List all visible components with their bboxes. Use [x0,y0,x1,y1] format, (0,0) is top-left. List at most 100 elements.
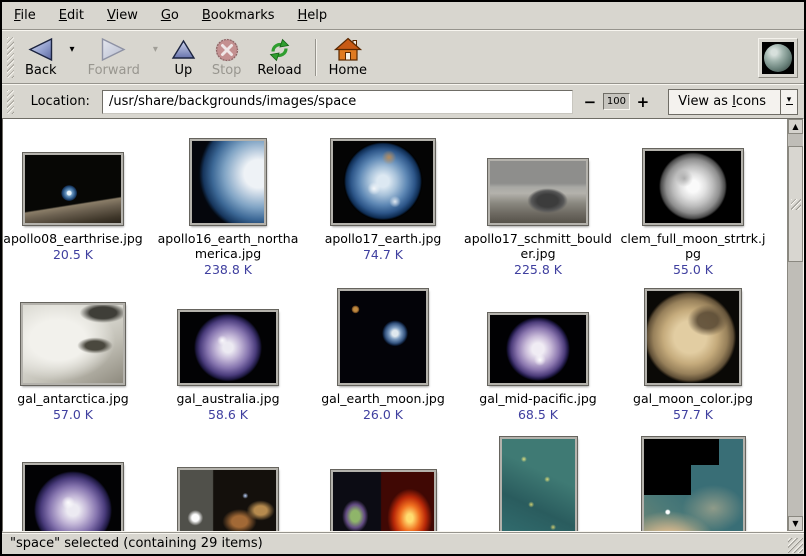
file-name: clem_full_moon_strtrk.jpg [617,231,769,261]
file-item[interactable]: gal_earth_moon.jpg 26.0 K [307,293,459,422]
file-item[interactable] [617,437,769,532]
file-item[interactable]: clem_full_moon_strtrk.jpg 55.0 K [617,133,769,277]
file-item[interactable] [2,437,149,532]
menu-help[interactable]: Help [296,5,330,26]
file-thumbnail[interactable] [178,310,278,385]
file-size: 225.8 K [514,262,562,277]
status-text: "space" selected (containing 29 items) [10,536,263,551]
file-thumbnail[interactable] [23,153,123,225]
file-item[interactable] [152,437,304,532]
file-size: 57.7 K [673,407,713,422]
file-size: 68.5 K [518,407,558,422]
file-item[interactable]: gal_moon_color.jpg 57.7 K [617,293,769,422]
file-item[interactable] [307,437,459,532]
view-as-dropdown[interactable]: View as Icons ▾ [668,89,798,115]
reload-icon [266,36,293,63]
menu-view[interactable]: View [105,5,140,26]
zoom-in-button[interactable]: + [632,93,655,111]
location-bar: Location: − 100 + View as Icons ▾ [2,85,804,118]
file-thumbnail[interactable] [23,463,123,532]
back-history-dropdown[interactable]: ▾ [65,33,80,82]
stop-button[interactable]: Stop [204,33,250,82]
chevron-down-icon: ▾ [153,44,158,55]
back-icon [27,36,54,63]
throbber-background [762,42,794,74]
location-input[interactable] [102,90,573,114]
file-size: 57.0 K [53,407,93,422]
file-name: gal_moon_color.jpg [617,391,769,406]
chevron-down-icon: ▾ [787,98,792,103]
menu-bookmarks[interactable]: Bookmarks [200,5,277,26]
forward-history-dropdown[interactable]: ▾ [148,33,163,82]
file-item[interactable]: gal_antarctica.jpg 57.0 K [2,293,149,422]
file-item[interactable]: apollo16_earth_northamerica.jpg 238.8 K [152,133,304,277]
back-button[interactable]: Back [17,33,65,82]
file-item[interactable]: apollo17_schmitt_boulder.jpg 225.8 K [462,133,614,277]
file-size: 20.5 K [53,247,93,262]
file-size: 58.6 K [208,407,248,422]
menu-go[interactable]: Go [159,5,181,26]
view-as-arrow-button[interactable]: ▾ [780,90,797,114]
file-thumbnail[interactable] [178,468,278,532]
file-name: gal_antarctica.jpg [2,391,149,406]
file-size: 26.0 K [363,407,403,422]
scrollbar-thumb[interactable] [788,146,803,262]
globe-sphere-icon [764,44,792,72]
home-icon [334,36,362,63]
scroll-down-icon: ▼ [792,519,798,528]
file-item[interactable] [462,437,614,532]
file-thumbnail[interactable] [488,159,588,225]
menubar: File Edit View Go Bookmarks Help [2,2,804,29]
zoom-out-button[interactable]: − [579,93,602,111]
resize-grip[interactable] [788,538,803,553]
view-as-label: View as Icons [669,90,780,114]
file-thumbnail[interactable] [645,289,741,385]
file-thumbnail[interactable] [500,437,577,532]
scroll-up-icon: ▲ [792,122,798,131]
scrollbar-grip-icon [791,199,801,210]
up-button[interactable]: Up [163,33,204,82]
chevron-down-icon: ▾ [70,44,75,55]
file-thumbnail[interactable] [643,149,743,225]
location-bar-drag-handle[interactable] [7,90,14,114]
file-item[interactable]: gal_australia.jpg 58.6 K [152,293,304,422]
file-thumbnail[interactable] [642,437,745,532]
toolbar-separator [315,39,316,76]
reload-button[interactable]: Reload [249,33,309,82]
forward-button[interactable]: Forward [80,33,148,82]
vertical-scrollbar[interactable]: ▲ ▼ [787,119,803,531]
file-name: apollo17_schmitt_boulder.jpg [462,231,614,261]
file-thumbnail[interactable] [21,303,125,385]
file-thumbnail[interactable] [338,289,428,385]
file-thumbnail[interactable] [331,139,435,225]
status-bar: "space" selected (containing 29 items) [2,532,804,554]
scroll-down-button[interactable]: ▼ [788,516,803,531]
stop-icon [214,36,240,63]
file-thumbnail[interactable] [190,139,266,225]
toolbar: Back ▾ Forward ▾ [2,31,804,83]
location-label: Location: [31,94,90,109]
file-name: gal_australia.jpg [152,391,304,406]
file-name: apollo16_earth_northamerica.jpg [152,231,304,261]
zoom-level-indicator[interactable]: 100 [603,93,629,110]
file-name: gal_mid-pacific.jpg [462,391,614,406]
file-size: 238.8 K [204,262,252,277]
menu-edit[interactable]: Edit [57,5,86,26]
file-name: apollo08_earthrise.jpg [2,231,149,246]
menu-file[interactable]: File [12,5,38,26]
file-item[interactable]: apollo08_earthrise.jpg 20.5 K [2,133,149,262]
file-item[interactable]: gal_mid-pacific.jpg 68.5 K [462,293,614,422]
home-button[interactable]: Home [321,33,375,82]
scroll-up-button[interactable]: ▲ [788,119,803,134]
up-icon [171,36,196,63]
toolbar-drag-handle[interactable] [7,37,14,78]
file-manager-window: File Edit View Go Bookmarks Help Back ▾ [0,0,806,556]
file-thumbnail[interactable] [488,313,588,385]
file-name: apollo17_earth.jpg [307,231,459,246]
throbber-button[interactable] [758,38,798,78]
file-item[interactable]: apollo17_earth.jpg 74.7 K [307,133,459,262]
file-name: gal_earth_moon.jpg [307,391,459,406]
file-thumbnail[interactable] [331,470,436,532]
dropdown-bar [786,104,793,105]
icon-view[interactable]: apollo08_earthrise.jpg 20.5 K apollo16_e… [2,118,804,532]
